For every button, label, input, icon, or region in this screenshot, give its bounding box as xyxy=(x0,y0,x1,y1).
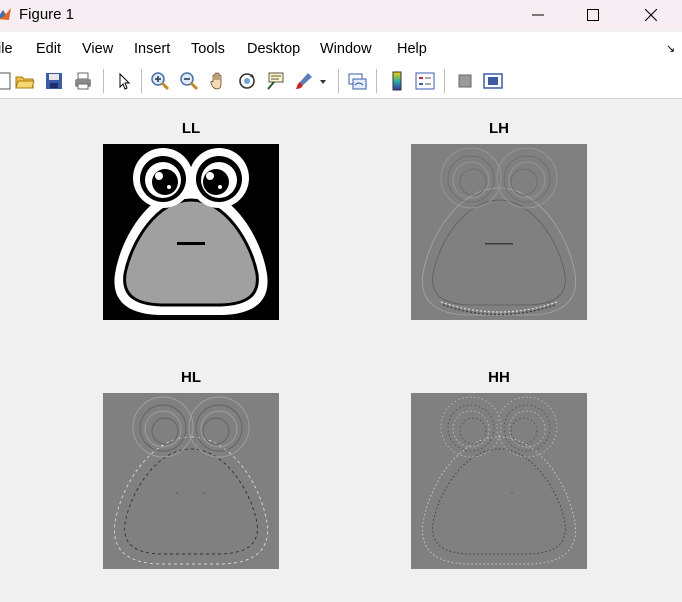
subplot-image-hh[interactable] xyxy=(411,393,587,569)
menu-desktop[interactable]: Desktop xyxy=(247,41,300,57)
toolbar-separator xyxy=(103,69,104,93)
toolbar-separator xyxy=(376,69,377,93)
toolbar xyxy=(0,62,682,99)
menu-window[interactable]: Window xyxy=(320,41,372,57)
subplot-image-lh[interactable] xyxy=(411,144,587,320)
dock-arrow-icon[interactable]: ↘ xyxy=(666,42,675,55)
subplot-title-hh: HH xyxy=(488,369,510,386)
maximize-button[interactable] xyxy=(570,0,616,30)
pan-hand-icon[interactable] xyxy=(208,71,228,91)
minimize-icon xyxy=(532,14,544,16)
menu-help[interactable]: Help xyxy=(397,41,427,57)
show-plot-tools-icon[interactable] xyxy=(483,71,503,91)
open-file-icon[interactable] xyxy=(15,71,35,91)
subplot-title-lh: LH xyxy=(489,120,509,137)
brush-icon[interactable] xyxy=(294,71,314,91)
zoom-out-icon[interactable] xyxy=(179,71,199,91)
toolbar-separator xyxy=(338,69,339,93)
toolbar-separator xyxy=(444,69,445,93)
figure-canvas: LL LH HL HH xyxy=(0,99,682,602)
save-icon[interactable] xyxy=(44,71,64,91)
new-figure-icon[interactable] xyxy=(0,71,14,91)
toolbar-separator xyxy=(141,69,142,93)
subplot-image-hl[interactable] xyxy=(103,393,279,569)
print-icon[interactable] xyxy=(73,71,93,91)
menu-insert[interactable]: Insert xyxy=(134,41,170,57)
menu-edit[interactable]: Edit xyxy=(36,41,61,57)
colorbar-icon[interactable] xyxy=(387,71,407,91)
data-tips-icon[interactable] xyxy=(265,71,285,91)
hide-plot-tools-icon[interactable] xyxy=(455,71,475,91)
menu-view[interactable]: View xyxy=(82,41,113,57)
zoom-in-icon[interactable] xyxy=(150,71,170,91)
menu-bar: ile Edit View Insert Tools Desktop Windo… xyxy=(0,32,682,62)
subplot-title-hl: HL xyxy=(181,369,201,386)
close-button[interactable] xyxy=(628,0,674,30)
minimize-button[interactable] xyxy=(515,0,561,30)
rotate-3d-icon[interactable] xyxy=(237,71,257,91)
matlab-logo-icon xyxy=(0,6,12,22)
menu-tools[interactable]: Tools xyxy=(191,41,225,57)
menu-file[interactable]: ile xyxy=(0,41,13,57)
subplot-title-ll: LL xyxy=(181,120,201,137)
maximize-icon xyxy=(587,9,599,21)
subplot-image-ll[interactable] xyxy=(103,144,279,320)
link-plot-icon[interactable] xyxy=(347,71,367,91)
window-title: Figure 1 xyxy=(19,6,75,23)
close-icon xyxy=(645,9,657,21)
legend-icon[interactable] xyxy=(415,71,435,91)
title-bar: Figure 1 xyxy=(0,0,682,30)
select-arrow-icon[interactable] xyxy=(114,71,134,91)
brush-dropdown-icon[interactable] xyxy=(318,71,338,91)
